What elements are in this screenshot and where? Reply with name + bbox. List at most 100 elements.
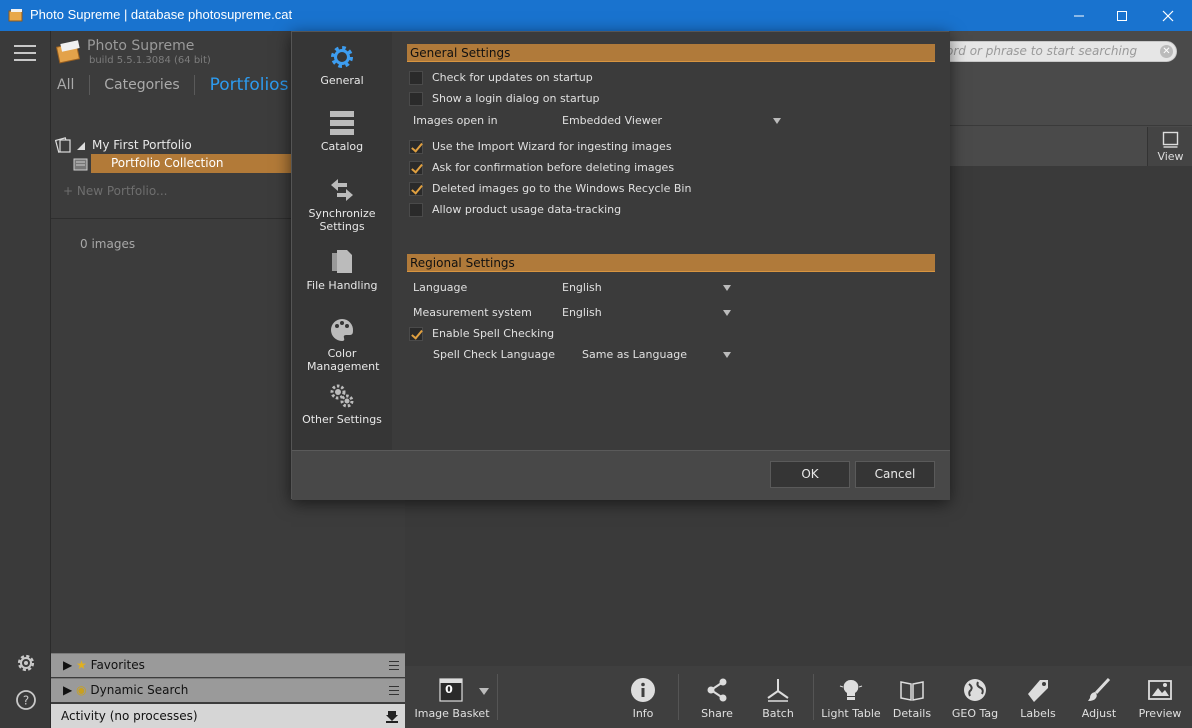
- sidebar-label-synchronize: Synchronize Settings: [308, 207, 376, 233]
- images-open-in-row: Images open in Embedded Viewer: [413, 113, 793, 129]
- share-button[interactable]: Share: [697, 666, 737, 728]
- chevron-down-icon[interactable]: [723, 352, 731, 358]
- data-tracking-checkbox[interactable]: [409, 203, 423, 217]
- portfolio-icon: [55, 137, 71, 153]
- sidebar-item-other-settings[interactable]: Other Settings: [292, 383, 392, 426]
- close-button[interactable]: [1144, 0, 1192, 31]
- maximize-button[interactable]: [1098, 0, 1146, 31]
- favorites-panel[interactable]: ▶ ★ Favorites: [51, 653, 405, 677]
- activity-bar[interactable]: Activity (no processes): [51, 704, 405, 728]
- geo-tag-button[interactable]: GEO Tag: [949, 666, 1001, 728]
- view-button[interactable]: View: [1147, 127, 1192, 166]
- spell-language-label: Spell Check Language: [433, 348, 555, 361]
- sidebar-item-general[interactable]: General: [292, 44, 392, 87]
- close-icon: [1162, 10, 1174, 21]
- dialog-sidebar: General Catalog Synchronize Settings Fil…: [292, 32, 392, 450]
- collapse-triangle-icon[interactable]: [77, 142, 85, 150]
- menu-icon[interactable]: [14, 45, 36, 63]
- login-dialog-checkbox[interactable]: [409, 92, 423, 106]
- sidebar-item-color-management[interactable]: Color Management: [292, 317, 392, 373]
- spell-check-checkbox[interactable]: [409, 327, 423, 341]
- labels-button[interactable]: Labels: [1018, 666, 1058, 728]
- login-dialog-row[interactable]: Show a login dialog on startup: [409, 91, 600, 107]
- sidebar-item-catalog[interactable]: Catalog: [292, 110, 392, 153]
- check-updates-label: Check for updates on startup: [432, 71, 593, 84]
- chevron-down-icon[interactable]: [723, 310, 731, 316]
- ok-button[interactable]: OK: [770, 461, 850, 488]
- geo-tag-label: GEO Tag: [951, 707, 999, 720]
- images-open-in-select[interactable]: Embedded Viewer: [562, 113, 662, 129]
- gear-icon: [331, 46, 353, 68]
- adjust-label: Adjust: [1081, 707, 1117, 720]
- spell-language-row: Spell Check Language Same as Language: [433, 347, 743, 363]
- window-title: Photo Supreme | database photosupreme.ca…: [30, 7, 293, 22]
- preview-button[interactable]: Preview: [1138, 666, 1182, 728]
- spell-language-select[interactable]: Same as Language: [582, 347, 687, 363]
- confirm-delete-checkbox[interactable]: [409, 161, 423, 175]
- details-button[interactable]: Details: [892, 666, 932, 728]
- nav-tabs: All Categories Portfolios: [57, 75, 288, 95]
- recycle-bin-checkbox[interactable]: [409, 182, 423, 196]
- measurement-row: Measurement system English: [413, 305, 743, 321]
- build-version: build 5.5.1.3084 (64 bit): [89, 55, 211, 66]
- recycle-bin-row[interactable]: Deleted images go to the Windows Recycle…: [409, 181, 691, 197]
- basket-dropdown-icon[interactable]: [479, 688, 489, 695]
- chevron-down-icon[interactable]: [723, 285, 731, 291]
- tab-portfolios[interactable]: Portfolios: [210, 75, 289, 95]
- image-basket-button[interactable]: 0 Image Basket: [411, 666, 493, 728]
- image-basket-label: Image Basket: [414, 707, 490, 720]
- language-select[interactable]: English: [562, 280, 602, 296]
- sidebar-item-synchronize[interactable]: Synchronize Settings: [292, 177, 392, 233]
- bottom-toolbar: 0 Image Basket Info Share Batch Light Ta…: [405, 666, 1192, 728]
- new-portfolio-link[interactable]: + New Portfolio...: [63, 184, 167, 198]
- import-wizard-row[interactable]: Use the Import Wizard for ingesting imag…: [409, 139, 672, 155]
- toolbar-separator: [678, 674, 679, 720]
- dynamic-search-menu-icon[interactable]: [389, 686, 399, 698]
- search-input[interactable]: ord or phrase to start searching ✕: [940, 41, 1177, 62]
- cancel-button[interactable]: Cancel: [855, 461, 935, 488]
- info-button[interactable]: Info: [623, 666, 663, 728]
- view-label: View: [1157, 150, 1184, 163]
- spell-check-row[interactable]: Enable Spell Checking: [409, 326, 554, 342]
- tab-all[interactable]: All: [57, 77, 74, 93]
- recycle-bin-label: Deleted images go to the Windows Recycle…: [432, 182, 692, 195]
- search-placeholder: ord or phrase to start searching: [946, 44, 1138, 58]
- tab-categories[interactable]: Categories: [104, 77, 179, 93]
- activity-label: Activity (no processes): [61, 709, 198, 723]
- tab-separator: [88, 75, 90, 95]
- measurement-select[interactable]: English: [562, 305, 602, 321]
- adjust-button[interactable]: Adjust: [1079, 666, 1119, 728]
- help-icon[interactable]: ?: [15, 689, 37, 711]
- download-arrow-icon[interactable]: [385, 709, 399, 723]
- app-icon: [8, 9, 23, 22]
- chevron-down-icon[interactable]: [773, 118, 781, 124]
- check-updates-checkbox[interactable]: [409, 71, 423, 85]
- tree-item-collection[interactable]: Portfolio Collection: [73, 154, 291, 173]
- sidebar-item-file-handling[interactable]: File Handling: [292, 249, 392, 292]
- check-updates-row[interactable]: Check for updates on startup: [409, 70, 593, 86]
- language-label: Language: [413, 281, 468, 294]
- dynamic-search-label: Dynamic Search: [90, 683, 189, 697]
- import-wizard-label: Use the Import Wizard for ingesting imag…: [432, 140, 672, 153]
- batch-button[interactable]: Batch: [758, 666, 798, 728]
- settings-gear-icon[interactable]: [14, 651, 38, 675]
- search-clear-icon[interactable]: ✕: [1160, 45, 1173, 58]
- tab-separator: [194, 75, 196, 95]
- data-tracking-row[interactable]: Allow product usage data-tracking: [409, 202, 621, 218]
- minimize-button[interactable]: [1055, 0, 1103, 31]
- collection-label: Portfolio Collection: [111, 156, 224, 170]
- images-count: 0 images: [80, 237, 136, 251]
- left-strip: ?: [0, 31, 51, 728]
- view-icon: [1162, 131, 1179, 148]
- confirm-delete-row[interactable]: Ask for confirmation before deleting ima…: [409, 160, 674, 176]
- brush-icon: [1088, 677, 1111, 701]
- preview-image-icon: [1148, 680, 1172, 700]
- collection-icon: [73, 158, 88, 171]
- import-wizard-checkbox[interactable]: [409, 140, 423, 154]
- dynamic-search-panel[interactable]: ▶ ◉ Dynamic Search: [51, 678, 405, 702]
- app-logo-icon: [55, 40, 81, 64]
- images-open-in-label: Images open in: [413, 114, 498, 127]
- book-icon: [900, 681, 924, 701]
- favorites-menu-icon[interactable]: [389, 661, 399, 673]
- light-table-button[interactable]: Light Table: [821, 666, 881, 728]
